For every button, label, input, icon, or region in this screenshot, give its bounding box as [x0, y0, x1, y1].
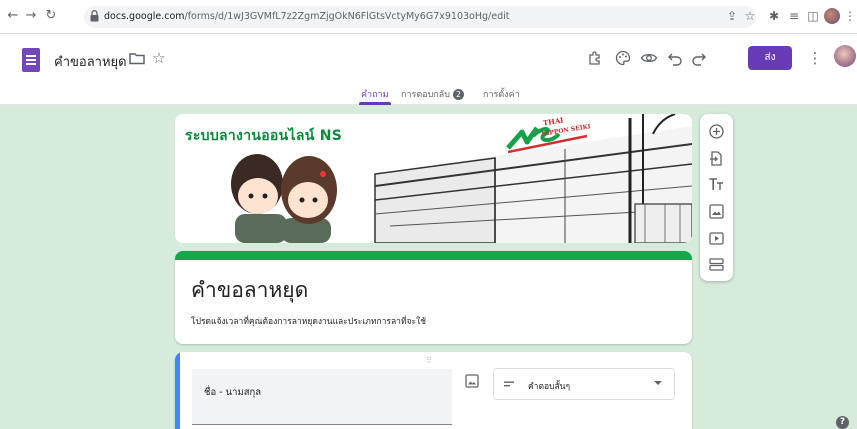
browser-toolbar: ← → ↻ docs.google.com/forms/d/1wJ3GVMfL7… [0, 0, 857, 34]
forms-header: คำขอลาหยุด ☆ ส่ง ⋮ คำถาม การตอบกลับ 2 การ… [0, 34, 857, 105]
help-icon[interactable]: ? [836, 416, 849, 429]
question-card[interactable]: ⠿ ชื่อ - นามสกุล คำตอบสั้นๆ [175, 352, 692, 429]
url-path: /forms/d/1wJ3GVMfL7z2ZgmZjgOkN6FlGtsVcty… [184, 11, 510, 22]
lock-icon [90, 10, 99, 22]
add-section-icon[interactable] [708, 256, 725, 273]
undo-icon[interactable] [666, 49, 684, 67]
question-title-field[interactable]: ชื่อ - นามสกุล [192, 369, 452, 425]
question-active-indicator [175, 352, 180, 429]
active-tab-indicator [359, 102, 391, 105]
user-avatar[interactable] [834, 45, 856, 67]
google-forms-logo-icon[interactable] [22, 48, 40, 72]
send-button[interactable]: ส่ง [748, 46, 792, 70]
form-tabs: คำถาม การตอบกลับ 2 การตั้งค่า [0, 87, 857, 105]
share-icon[interactable]: ⇪ [725, 9, 739, 23]
short-answer-icon [504, 381, 514, 387]
document-title[interactable]: คำขอลาหยุด [54, 51, 127, 72]
import-questions-icon[interactable] [708, 150, 725, 167]
bookmark-star-icon[interactable]: ☆ [743, 9, 757, 23]
question-type-dropdown[interactable]: คำตอบสั้นๆ [493, 368, 675, 400]
reading-list-icon[interactable]: ≡ [787, 9, 801, 23]
form-title[interactable]: คำขอลาหยุด [191, 274, 308, 307]
add-image-to-question-icon[interactable] [465, 374, 479, 388]
tab-questions[interactable]: คำถาม [361, 87, 389, 101]
folder-icon[interactable] [128, 49, 146, 67]
redo-icon[interactable] [690, 49, 708, 67]
add-image-icon[interactable] [708, 203, 725, 220]
add-question-icon[interactable] [708, 123, 725, 140]
question-type-label: คำตอบสั้นๆ [528, 382, 571, 392]
banner-title: ระบบลางานออนไลน์ NS [185, 128, 343, 144]
header-image: ระบบลางานออนไลน์ NS THAI NIPPON SEIKI [175, 114, 692, 243]
extensions-icon[interactable]: ✱ [767, 9, 781, 23]
star-icon[interactable]: ☆ [150, 49, 168, 67]
more-options-icon[interactable]: ⋮ [806, 49, 824, 67]
forward-icon[interactable]: → [24, 9, 38, 23]
floating-toolbar [700, 114, 733, 281]
side-panel-icon[interactable]: ◫ [806, 9, 820, 23]
dropdown-arrow-icon [654, 381, 662, 385]
back-icon[interactable]: ← [6, 9, 20, 23]
drag-handle-icon[interactable]: ⠿ [426, 356, 433, 365]
add-video-icon[interactable] [708, 230, 725, 247]
palette-icon[interactable] [614, 49, 632, 67]
add-title-icon[interactable] [708, 176, 725, 193]
url-host: docs.google.com [104, 11, 185, 22]
question-title-text: ชื่อ - นามสกุล [204, 387, 262, 398]
addon-icon[interactable] [586, 49, 604, 67]
tab-settings[interactable]: การตั้งค่า [483, 87, 520, 101]
browser-menu-icon[interactable]: ⋮ [843, 9, 857, 23]
form-description[interactable]: โปรดแจ้งเวลาที่คุณต้องการลาหยุดงานและประ… [191, 314, 426, 328]
tab-responses[interactable]: การตอบกลับ 2 [401, 87, 464, 101]
profile-avatar[interactable] [824, 8, 840, 24]
url-text[interactable]: docs.google.com/forms/d/1wJ3GVMfL7z2ZgmZ… [104, 11, 509, 22]
responses-count-badge: 2 [452, 89, 464, 100]
form-title-card[interactable]: คำขอลาหยุด โปรดแจ้งเวลาที่คุณต้องการลาหย… [175, 251, 692, 344]
preview-icon[interactable] [640, 49, 658, 67]
tab-responses-label: การตอบกลับ [401, 90, 450, 100]
reload-icon[interactable]: ↻ [44, 9, 58, 23]
